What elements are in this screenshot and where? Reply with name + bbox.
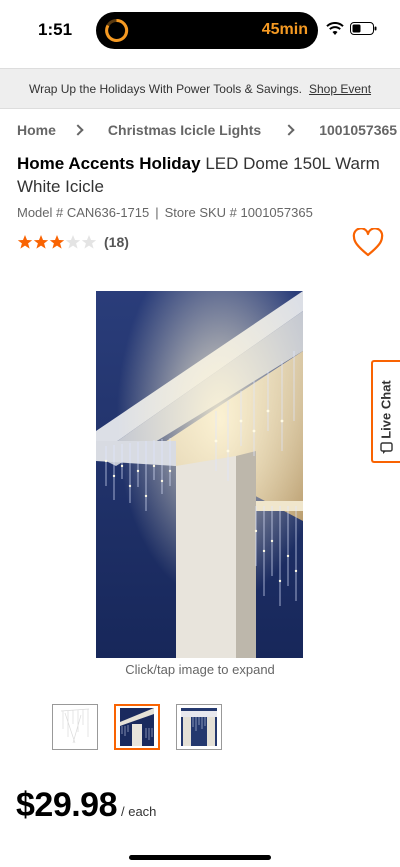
price-amount: $29.98 xyxy=(16,786,118,824)
chevron-right-icon xyxy=(283,124,295,136)
chevron-right-icon xyxy=(72,124,84,136)
star-empty-icon xyxy=(81,235,97,249)
star-filled-icon xyxy=(33,235,49,249)
thumbnail[interactable] xyxy=(176,704,222,750)
model-number: Model # CAN636-1715 xyxy=(17,205,150,220)
live-chat-label: Live Chat xyxy=(378,380,394,439)
thumbnail-selected[interactable] xyxy=(114,704,160,750)
price-unit: / each xyxy=(121,804,157,819)
review-count[interactable]: (18) xyxy=(104,234,129,250)
promo-text: Wrap Up the Holidays With Power Tools & … xyxy=(28,81,302,96)
product-image[interactable] xyxy=(96,291,303,658)
separator: | xyxy=(155,205,159,220)
breadcrumb: Home Christmas Icicle Lights 1001057365 xyxy=(17,122,397,138)
product-title: Home Accents Holiday LED Dome 150L Warm … xyxy=(17,152,387,198)
image-caption: Click/tap image to expand xyxy=(125,662,275,677)
price: $29.98 / each xyxy=(16,786,156,825)
home-indicator[interactable] xyxy=(129,855,271,860)
rating[interactable]: (18) xyxy=(17,234,129,250)
thumbnail[interactable] xyxy=(52,704,98,750)
star-filled-icon xyxy=(17,235,33,249)
chat-icon xyxy=(380,442,393,454)
status-bar: 1:51 45min xyxy=(0,0,400,62)
icicle-lights-photo xyxy=(96,291,303,658)
breadcrumb-sku: 1001057365 xyxy=(319,122,398,138)
store-sku: Store SKU # 1001057365 xyxy=(164,205,313,220)
clock-time: 1:51 xyxy=(38,20,73,39)
heart-icon[interactable] xyxy=(352,228,384,258)
promo-banner: Wrap Up the Holidays With Power Tools & … xyxy=(0,68,400,109)
breadcrumb-home[interactable]: Home xyxy=(17,122,56,138)
battery-icon xyxy=(350,22,377,35)
timer-ring-icon xyxy=(105,18,129,42)
star-filled-icon xyxy=(49,235,65,249)
timer-remaining: 45min xyxy=(261,21,308,38)
star-rating xyxy=(17,234,97,250)
live-chat-button[interactable]: Live Chat xyxy=(371,360,400,463)
product-identifiers: Model # CAN636-1715 | Store SKU # 10010573… xyxy=(17,205,313,220)
star-empty-icon xyxy=(65,235,81,249)
shop-event-link[interactable]: Shop Event xyxy=(309,82,371,96)
wifi-icon xyxy=(326,22,344,35)
thumbnail-image xyxy=(120,708,154,746)
thumbnail-image xyxy=(60,708,90,744)
breadcrumb-category[interactable]: Christmas Icicle Lights xyxy=(108,122,261,138)
dynamic-island[interactable]: 45min xyxy=(96,12,318,49)
product-brand[interactable]: Home Accents Holiday xyxy=(17,154,201,173)
image-thumbnails xyxy=(52,704,238,750)
thumbnail-image xyxy=(181,708,217,746)
